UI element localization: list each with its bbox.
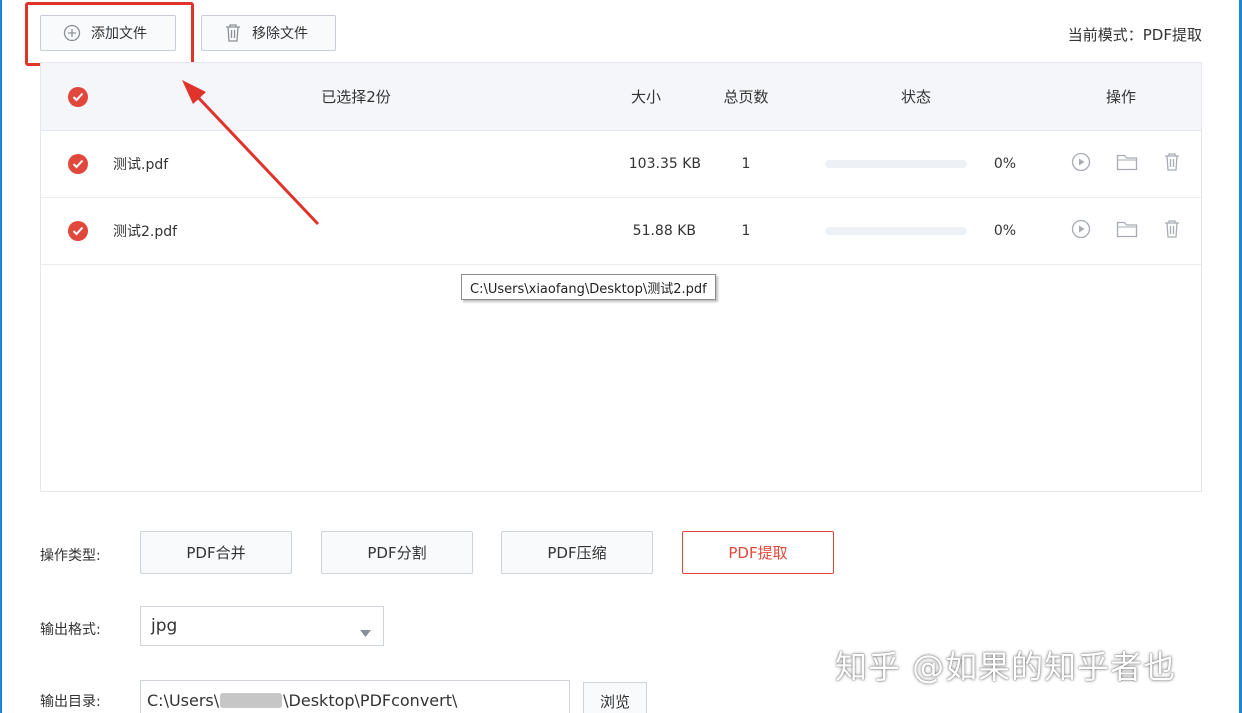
format-label: 输出格式: xyxy=(40,622,101,638)
remove-file-label: 移除文件 xyxy=(252,26,308,42)
play-icon[interactable] xyxy=(1071,152,1091,176)
header-ops: 操作 xyxy=(1105,88,1136,106)
trash-icon xyxy=(224,23,242,43)
dir-label: 输出目录: xyxy=(40,694,101,710)
op-split-button[interactable]: PDF分割 xyxy=(321,531,473,574)
folder-icon[interactable] xyxy=(1116,220,1138,242)
remove-file-button[interactable]: 移除文件 xyxy=(201,15,336,51)
check-circle-icon xyxy=(68,86,88,107)
format-select[interactable]: jpg xyxy=(140,606,384,646)
file-path-tooltip: C:\Users\xiaofang\Desktop\测试2.pdf xyxy=(461,274,716,300)
header-status: 状态 xyxy=(900,88,931,106)
table-row[interactable]: 测试2.pdf 51.88 KB 1 0% xyxy=(41,198,1201,265)
op-merge-button[interactable]: PDF合并 xyxy=(140,531,292,574)
annotation-highlight-box xyxy=(25,2,194,66)
output-dir-input[interactable]: C:\Users\ \Desktop\PDFconvert\ xyxy=(140,680,570,713)
chevron-down-icon xyxy=(360,622,371,642)
progress-bar xyxy=(825,131,967,197)
header-size: 大小 xyxy=(630,88,661,106)
progress-percent: 0% xyxy=(993,223,1017,239)
watermark: 知乎 @如果的知乎者也 xyxy=(835,648,1177,686)
dir-suffix: \Desktop\PDFconvert\ xyxy=(283,690,458,710)
progress-bar xyxy=(825,198,967,264)
trash-icon[interactable] xyxy=(1163,152,1181,176)
row-actions xyxy=(1071,198,1181,264)
trash-icon[interactable] xyxy=(1163,219,1181,243)
file-name: 测试.pdf xyxy=(113,157,169,173)
progress-percent: 0% xyxy=(993,156,1017,172)
table-row[interactable]: 测试.pdf 103.35 KB 1 0% xyxy=(41,131,1201,198)
header-selected: 已选择2份 xyxy=(321,88,391,106)
format-value: jpg xyxy=(151,616,178,636)
browse-button[interactable]: 浏览 xyxy=(583,682,647,713)
select-all-checkbox[interactable] xyxy=(68,63,88,130)
redacted-username xyxy=(220,692,283,708)
check-circle-icon xyxy=(68,221,88,241)
folder-icon[interactable] xyxy=(1116,153,1138,175)
op-type-label: 操作类型: xyxy=(40,548,101,564)
check-circle-icon xyxy=(68,154,88,174)
row-checkbox[interactable] xyxy=(68,198,88,264)
row-checkbox[interactable] xyxy=(68,131,88,197)
file-size: 51.88 KB xyxy=(632,223,696,239)
file-size: 103.35 KB xyxy=(628,156,701,172)
window-edge-left xyxy=(0,0,2,713)
row-actions xyxy=(1071,131,1181,197)
table-header: 已选择2份 大小 总页数 状态 操作 xyxy=(41,63,1201,131)
file-pages: 1 xyxy=(741,223,751,239)
header-pages: 总页数 xyxy=(723,88,769,106)
file-pages: 1 xyxy=(741,156,751,172)
current-mode-label: 当前模式：PDF提取 xyxy=(1067,26,1202,44)
play-icon[interactable] xyxy=(1071,219,1091,243)
op-extract-button[interactable]: PDF提取 xyxy=(682,531,834,574)
dir-prefix: C:\Users\ xyxy=(147,690,220,710)
file-name: 测试2.pdf xyxy=(113,224,178,240)
op-compress-button[interactable]: PDF压缩 xyxy=(501,531,653,574)
